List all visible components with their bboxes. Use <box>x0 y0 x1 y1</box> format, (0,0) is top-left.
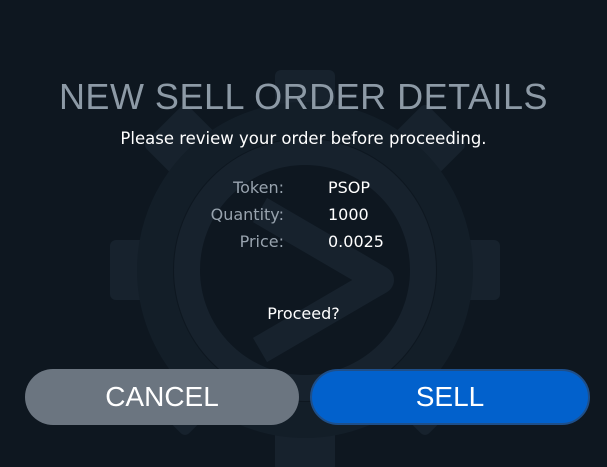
dialog-subtitle: Please review your order before proceedi… <box>120 129 487 148</box>
sell-order-dialog: NEW SELL ORDER DETAILS Please review you… <box>0 0 607 467</box>
price-label: Price: <box>239 232 284 251</box>
token-label: Token: <box>233 178 284 197</box>
proceed-prompt: Proceed? <box>267 304 340 323</box>
detail-row-price: Price: 0.0025 <box>0 232 607 254</box>
quantity-label: Quantity: <box>210 205 284 224</box>
quantity-value: 1000 <box>328 205 369 224</box>
detail-row-quantity: Quantity: 1000 <box>0 205 607 227</box>
token-value: PSOP <box>328 178 371 197</box>
dialog-title: NEW SELL ORDER DETAILS <box>58 76 549 117</box>
cancel-button[interactable]: CANCEL <box>25 369 299 425</box>
price-value: 0.0025 <box>328 232 384 251</box>
detail-row-token: Token: PSOP <box>0 178 607 200</box>
sell-button[interactable]: SELL <box>310 369 590 425</box>
